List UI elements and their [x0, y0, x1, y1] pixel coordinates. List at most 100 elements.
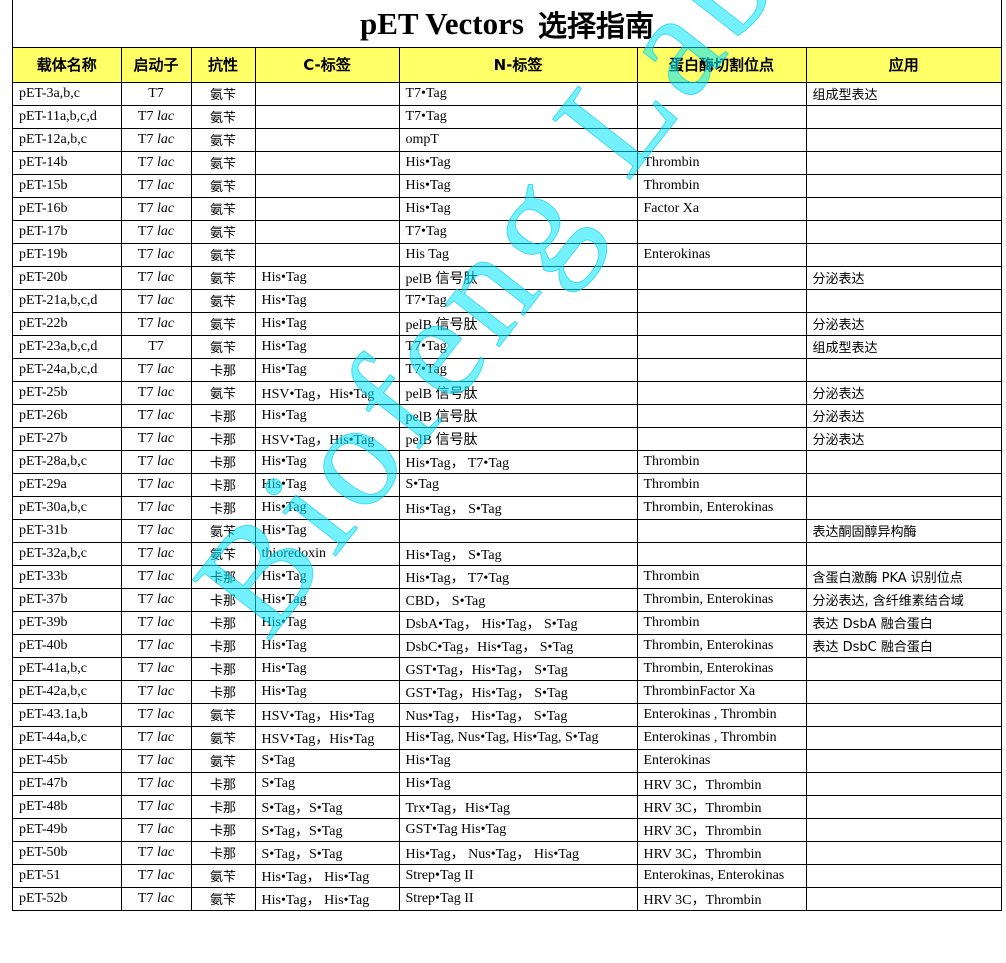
cell-promoter: T7 lac	[120, 311, 192, 336]
cell-protease-site	[636, 334, 807, 359]
cell-resistance: 卡那	[190, 403, 256, 428]
cell-vector-name: pET-24a,b,c,d	[13, 357, 122, 382]
cell-resistance: 卡那	[190, 633, 256, 658]
cell-application	[805, 219, 1001, 244]
cell-n-tag: T7•Tag	[398, 357, 638, 382]
cell-application	[805, 817, 1001, 842]
cell-n-tag: ompT	[398, 127, 638, 152]
promoter-lac: lac	[156, 361, 175, 377]
table-row: pET-12a,b,c T7 lac 氨苄 ompT	[13, 127, 1001, 152]
cell-promoter: T7 lac	[120, 495, 192, 520]
cell-resistance: 卡那	[190, 840, 256, 865]
cell-resistance: 氨苄	[190, 334, 256, 359]
promoter-text: T7	[137, 200, 154, 216]
table-row: pET-21a,b,c,d T7 lac 氨苄 His•Tag T7•Tag	[13, 288, 1001, 313]
cell-resistance: 氨苄	[190, 748, 256, 773]
cell-n-tag: CBD， S•Tag	[398, 587, 638, 612]
header-c-tag: C-标签	[254, 48, 400, 83]
cell-promoter: T7 lac	[120, 242, 192, 267]
promoter-lac: lac	[156, 591, 175, 607]
page-title: pET Vectors 选择指南	[13, 0, 1001, 48]
cell-application: 分泌表达	[805, 265, 1001, 290]
cell-protease-site: Enterokinas	[636, 748, 807, 773]
table-row: pET-39b T7 lac 卡那 His•Tag DsbA•Tag， His•Tag，…	[13, 610, 1001, 635]
promoter-lac: lac	[156, 844, 175, 860]
cell-n-tag: His•Tag， Nus•Tag， His•Tag	[398, 840, 638, 865]
promoter-text: T7	[137, 223, 154, 239]
promoter-lac: lac	[156, 200, 175, 216]
table-row: pET-15b T7 lac 氨苄 His•Tag Thrombin	[13, 173, 1001, 198]
cell-vector-name: pET-12a,b,c	[13, 127, 122, 152]
promoter-text: T7	[137, 729, 154, 745]
cell-vector-name: pET-29a	[13, 472, 122, 497]
cell-promoter: T7 lac	[120, 127, 192, 152]
cell-c-tag	[254, 196, 400, 221]
promoter-text: T7	[137, 683, 154, 699]
header-protease-site: 蛋白酶切割位点	[636, 48, 807, 83]
vector-guide-sheet: pET Vectors 选择指南 载体名称 启动子 抗性 C-标签 N-标签 蛋…	[12, 0, 1002, 911]
cell-application: 表达 DsbC 融合蛋白	[805, 633, 1001, 658]
promoter-text: T7	[137, 499, 154, 515]
cell-n-tag	[398, 518, 638, 543]
cell-promoter: T7 lac	[120, 679, 192, 704]
cell-n-tag: GST•Tag，His•Tag， S•Tag	[398, 679, 638, 704]
promoter-text: T7	[137, 821, 154, 837]
cell-resistance: 卡那	[190, 472, 256, 497]
cell-vector-name: pET-39b	[13, 610, 122, 635]
cell-protease-site: Thrombin	[636, 564, 807, 589]
cell-resistance: 氨苄	[190, 541, 256, 566]
cell-protease-site	[636, 357, 807, 382]
table-row: pET-42a,b,c T7 lac 卡那 His•Tag GST•Tag，His•Ta…	[13, 679, 1001, 704]
cell-n-tag: DsbA•Tag， His•Tag， S•Tag	[398, 610, 638, 635]
cell-resistance: 卡那	[190, 449, 256, 474]
table-row: pET-31b T7 lac 氨苄 His•Tag 表达酮固醇异构酶	[13, 518, 1001, 543]
table-row: pET-40b T7 lac 卡那 His•Tag DsbC•Tag，His•Tag， …	[13, 633, 1001, 658]
header-promoter: 启动子	[120, 48, 192, 83]
title-en: pET Vectors	[360, 5, 524, 41]
cell-n-tag: His•Tag	[398, 196, 638, 221]
cell-promoter: T7 lac	[120, 449, 192, 474]
promoter-lac: lac	[156, 131, 175, 147]
cell-n-tag: T7•Tag	[398, 334, 638, 359]
promoter-text: T7	[137, 154, 154, 170]
cell-vector-name: pET-11a,b,c,d	[13, 104, 122, 129]
cell-application	[805, 288, 1001, 313]
cell-vector-name: pET-48b	[13, 794, 122, 819]
table-row: pET-3a,b,c T7 氨苄 T7•Tag 组成型表达	[13, 81, 1001, 106]
cell-resistance: 氨苄	[190, 104, 256, 129]
cell-n-tag: T7•Tag	[398, 104, 638, 129]
promoter-lac: lac	[156, 154, 175, 170]
promoter-text: T7	[137, 361, 154, 377]
table-row: pET-27b T7 lac 卡那 HSV•Tag，His•Tag pelB 信号肽 分泌…	[13, 426, 1001, 451]
cell-application	[805, 771, 1001, 796]
cell-promoter: T7 lac	[120, 380, 192, 405]
table-row: pET-26b T7 lac 卡那 His•Tag pelB 信号肽 分泌表达	[13, 403, 1001, 428]
cell-n-tag: T7•Tag	[398, 288, 638, 313]
promoter-text: T7	[137, 798, 154, 814]
table-row: pET-19b T7 lac 氨苄 His Tag Enterokinas	[13, 242, 1001, 267]
cell-application	[805, 679, 1001, 704]
cell-protease-site	[636, 541, 807, 566]
cell-c-tag: His•Tag	[254, 357, 400, 382]
cell-promoter: T7 lac	[120, 150, 192, 175]
cell-c-tag: S•Tag，S•Tag	[254, 817, 400, 842]
promoter-lac: lac	[156, 637, 175, 653]
cell-application	[805, 449, 1001, 474]
promoter-text: T7	[137, 384, 154, 400]
cell-promoter: T7 lac	[120, 403, 192, 428]
promoter-text: T7	[137, 177, 154, 193]
cell-promoter: T7	[120, 334, 192, 359]
cell-promoter: T7 lac	[120, 587, 192, 612]
cell-vector-name: pET-31b	[13, 518, 122, 543]
promoter-text: T7	[137, 522, 154, 538]
cell-resistance: 氨苄	[190, 127, 256, 152]
cell-n-tag: His•Tag	[398, 173, 638, 198]
cell-protease-site: HRV 3C，Thrombin	[636, 794, 807, 819]
cell-resistance: 氨苄	[190, 150, 256, 175]
promoter-text: T7	[137, 407, 154, 423]
cell-c-tag: His•Tag	[254, 518, 400, 543]
cell-application	[805, 541, 1001, 566]
promoter-lac: lac	[156, 568, 175, 584]
cell-c-tag: HSV•Tag，His•Tag	[254, 380, 400, 405]
table-row: pET-14b T7 lac 氨苄 His•Tag Thrombin	[13, 150, 1001, 175]
